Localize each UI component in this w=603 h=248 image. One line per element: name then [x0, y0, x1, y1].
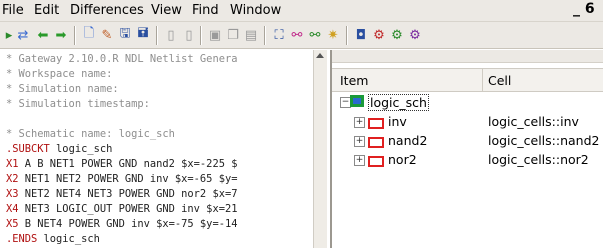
expand-icon[interactable]: +: [354, 155, 365, 166]
editor-scrollbar[interactable]: [313, 50, 327, 248]
menu-find[interactable]: Find: [192, 3, 219, 18]
netlist-line: X3 NET2 NET4 NET3 POWER GND nor2 $x=7: [6, 187, 237, 202]
save-all-icon[interactable]: 🖬: [134, 26, 152, 44]
netlist-keyword: X3: [6, 188, 19, 200]
netlist-text-span: NET1 NET2 POWER GND inv $x=-65 $y=: [18, 173, 238, 185]
scroll-up-arrow-icon[interactable]: [316, 53, 324, 58]
menu-differences[interactable]: Differences: [70, 3, 144, 18]
tree-header: Item Cell: [332, 68, 603, 92]
netlist-text-span: logic_sch: [49, 143, 113, 155]
tree-root-label: logic_sch: [368, 94, 429, 111]
menu-file[interactable]: File: [2, 3, 24, 18]
connect2-icon[interactable]: ⚯: [306, 26, 324, 44]
netlist-keyword: X5: [6, 218, 19, 230]
netlist-line: [6, 112, 237, 127]
netlist-editor[interactable]: * Gateway 2.10.0.R NDL Netlist Genera * W…: [2, 50, 327, 248]
netlist-text-span: logic_sch: [37, 233, 100, 245]
netlist-keyword: X1: [6, 158, 19, 170]
netlist-line: .ENDS logic_sch: [6, 232, 237, 247]
netlist-text-span: [6, 113, 12, 125]
schematic-icon: [350, 95, 364, 107]
netlist-line: * Gateway 2.10.0.R NDL Netlist Genera: [6, 52, 237, 67]
connect-icon[interactable]: ⚯: [288, 26, 306, 44]
new-icon[interactable]: 🗋: [80, 26, 98, 44]
gear2-icon[interactable]: ⚙: [388, 26, 406, 44]
column-item[interactable]: Item: [340, 73, 368, 88]
netlist-text-span: B NET4 POWER GND inv $x=-75 $y=-14: [18, 218, 238, 230]
gear-icon[interactable]: ⚙: [370, 26, 388, 44]
save-icon[interactable]: 🖫: [116, 26, 134, 44]
menu-bar: File Edit Differences View Find Window _…: [0, 0, 603, 22]
tree-row[interactable]: + nand2 logic_cells::nand2: [332, 131, 603, 151]
tree-cell-value: logic_cells::nand2: [488, 133, 600, 148]
expand-icon[interactable]: +: [354, 117, 365, 128]
menu-view[interactable]: View: [151, 3, 182, 18]
menu-edit[interactable]: Edit: [34, 3, 59, 18]
column-divider[interactable]: [482, 69, 483, 91]
tree-item-label: nand2: [388, 133, 428, 148]
netlist-text-span: NET3 LOGIC_OUT POWER GND inv $x=21: [18, 203, 238, 215]
toolbar-separator: [264, 26, 265, 45]
page-icon[interactable]: ▯: [162, 26, 180, 44]
tree-root-row[interactable]: − logic_sch: [332, 92, 603, 112]
instance-icon: [368, 118, 384, 129]
sync-icon[interactable]: ⇄: [14, 26, 32, 44]
netlist-text: * Gateway 2.10.0.R NDL Netlist Genera * W…: [6, 52, 237, 247]
tree-item-label: inv: [388, 114, 407, 129]
toolbar-separator: [74, 26, 75, 45]
netlist-text-span: * Gateway 2.10.0.R NDL Netlist Genera: [6, 53, 238, 65]
copy-icon[interactable]: ❐: [224, 26, 242, 44]
settings-icon[interactable]: ⚙: [406, 26, 424, 44]
instance-icon: [368, 156, 384, 167]
hierarchy-panel: Item Cell − logic_sch + inv logic_cells:…: [330, 50, 603, 248]
page2-icon[interactable]: ▯: [180, 26, 198, 44]
netlist-keyword: .SUBCKT: [6, 143, 50, 155]
expand-icon[interactable]: +: [354, 136, 365, 147]
chip-icon[interactable]: ◘: [352, 26, 370, 44]
netlist-line: * Workspace name:: [6, 67, 237, 82]
toolbar-separator: [200, 26, 201, 45]
forward-icon[interactable]: ➡: [52, 26, 70, 44]
config-icon[interactable]: ✎: [98, 26, 116, 44]
netlist-keyword: X4: [6, 203, 19, 215]
netlist-line: X2 NET1 NET2 POWER GND inv $x=-65 $y=: [6, 172, 237, 187]
binoculars-icon[interactable]: ⛶: [270, 26, 288, 44]
tree-cell-value: logic_cells::nor2: [488, 152, 589, 167]
netlist-line: X4 NET3 LOGIC_OUT POWER GND inv $x=21: [6, 202, 237, 217]
netlist-text-span: NET2 NET4 NET3 POWER GND nor2 $x=7: [18, 188, 238, 200]
netlist-text-span: * Simulation name:: [6, 83, 119, 95]
column-cell[interactable]: Cell: [488, 73, 511, 88]
back-icon[interactable]: ⬅: [34, 26, 52, 44]
toolbar-separator: [346, 26, 347, 45]
zoom-fit-icon[interactable]: ▣: [206, 26, 224, 44]
netlist-line: X1 A B NET1 POWER GND nand2 $x=-225 $: [6, 157, 237, 172]
netlist-text-span: * Simulation timestamp:: [6, 98, 150, 110]
toolbar: ▸ ⇄ ⬅ ➡ 🗋 ✎ 🖫 🖬 ▯ ▯ ▣ ❐ ▤ ⛶ ⚯ ⚯ ✷ ◘ ⚙ ⚙ …: [0, 22, 603, 49]
paste-icon[interactable]: ▤: [242, 26, 260, 44]
netlist-line: X5 B NET4 POWER GND inv $x=-75 $y=-14: [6, 217, 237, 232]
window-minimize-button[interactable]: _ 6: [573, 1, 603, 19]
tree-row[interactable]: + inv logic_cells::inv: [332, 112, 603, 132]
netlist-text-span: * Schematic name: logic_sch: [6, 128, 175, 140]
highlight-icon[interactable]: ✷: [324, 26, 342, 44]
netlist-line: * Simulation timestamp:: [6, 97, 237, 112]
tree-cell-value: logic_cells::inv: [488, 114, 579, 129]
netlist-line: .SUBCKT logic_sch: [6, 142, 237, 157]
netlist-keyword: X2: [6, 173, 19, 185]
tree-item-label: nor2: [388, 152, 417, 167]
tree-row[interactable]: + nor2 logic_cells::nor2: [332, 150, 603, 170]
netlist-line: * Simulation name:: [6, 82, 237, 97]
toolbar-separator: [156, 26, 157, 45]
netlist-line: * Schematic name: logic_sch: [6, 127, 237, 142]
netlist-keyword: .ENDS: [6, 233, 38, 245]
instance-icon: [368, 137, 384, 148]
panel-title-bar: [332, 50, 603, 63]
netlist-text-span: * Workspace name:: [6, 68, 113, 80]
netlist-text-span: A B NET1 POWER GND nand2 $x=-225 $: [18, 158, 238, 170]
menu-window[interactable]: Window: [230, 3, 281, 18]
